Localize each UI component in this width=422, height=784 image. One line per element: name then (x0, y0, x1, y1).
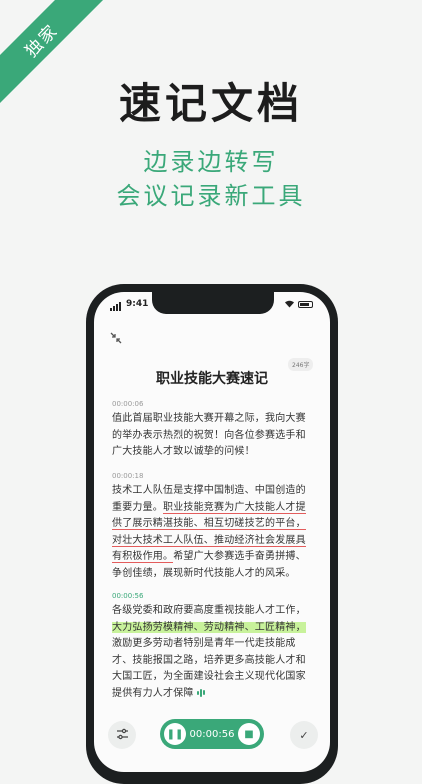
transcript-paragraph: 00:00:06 值此首届职业技能大赛开幕之际，我向大赛的举办表示热烈的祝贺！向… (112, 400, 312, 461)
phone-frame: 9:41 246字 职业技能大赛速记 00:00:06 值此首届职业技能大赛开幕… (86, 284, 338, 784)
promo-subline-2: 会议记录新工具 (116, 182, 306, 210)
paragraph-text: 值此首届职业技能大赛开幕之际，我向大赛的举办表示热烈的祝贺！向各位参赛选手和广大… (112, 411, 312, 461)
paragraph-text: 各级党委和政府要高度重视技能人才工作， 大力弘扬劳模精神、劳动精神、工匠精神， 激励… (112, 603, 312, 702)
collapse-icon[interactable] (110, 332, 122, 347)
battery-icon (298, 301, 313, 308)
stop-icon[interactable]: ■ (237, 723, 260, 745)
pause-icon[interactable]: ❚❚ (164, 723, 186, 745)
text-segment: 激励更多劳动者特别是青年一代走技能成才、技能报国之路，培养更多高技能人才和大国工… (112, 638, 306, 699)
paragraph-timestamp-active[interactable]: 00:00:56 (112, 592, 312, 600)
voice-wave-icon (196, 688, 205, 697)
recording-bar[interactable]: ❚❚ 00:00:56 ■ (160, 719, 264, 749)
recording-time: 00:00:56 (189, 728, 235, 740)
paragraph-text: 技术工人队伍是支撑中国制造、中国创造的重要力量。职业技能竞赛为广大技能人才提供了… (112, 483, 312, 582)
promo-subline-1: 边录边转写 (143, 148, 279, 176)
status-bar: 9:41 (94, 296, 330, 314)
transcript-paragraph: 00:00:56 各级党委和政府要高度重视技能人才工作， 大力弘扬劳模精神、劳动精… (112, 592, 312, 702)
paragraph-timestamp[interactable]: 00:00:18 (112, 472, 312, 480)
text-segment: 各级党委和政府要高度重视技能人才工作， (112, 605, 306, 616)
check-icon: ✓ (299, 728, 309, 742)
signal-icon (110, 302, 121, 311)
status-time: 9:41 (126, 299, 149, 309)
document-title: 职业技能大赛速记 (156, 371, 268, 387)
wifi-icon (284, 299, 295, 311)
text-segment: 值此首届职业技能大赛开幕之际，我向大赛的举办表示热烈的祝贺！向各位参赛选手和广大… (112, 413, 306, 457)
sliders-icon (116, 728, 129, 743)
paragraph-timestamp[interactable]: 00:00:06 (112, 400, 312, 408)
promo-headline: 速记文档 (118, 79, 303, 128)
phone-screen: 9:41 246字 职业技能大赛速记 00:00:06 值此首届职业技能大赛开幕… (94, 292, 330, 772)
confirm-button[interactable]: ✓ (290, 721, 318, 749)
settings-button[interactable] (108, 721, 136, 749)
transcript-paragraph: 00:00:18 技术工人队伍是支撑中国制造、中国创造的重要力量。职业技能竞赛为… (112, 472, 312, 582)
bottom-controls: ❚❚ 00:00:56 ■ ✓ (94, 717, 330, 757)
highlighted-segment: 大力弘扬劳模精神、劳动精神、工匠精神， (112, 621, 306, 633)
